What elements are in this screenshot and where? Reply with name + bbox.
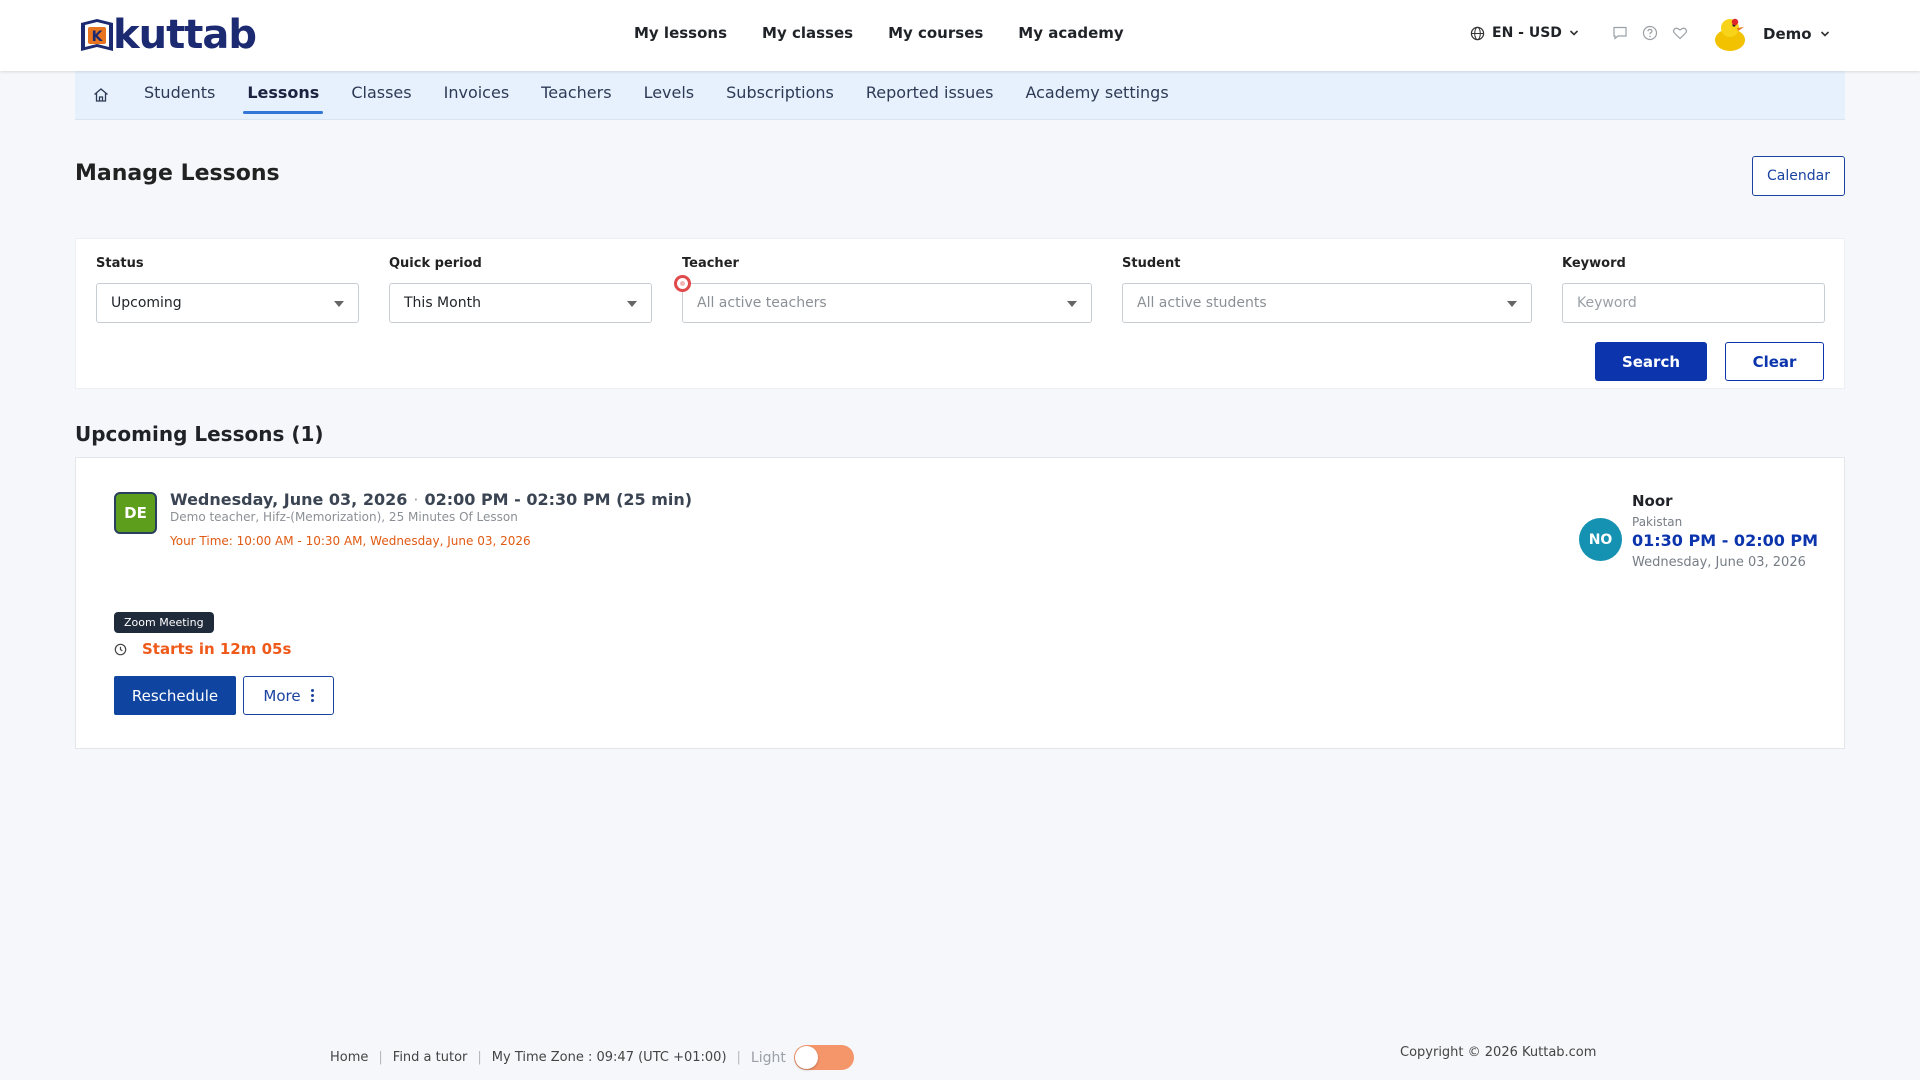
upcoming-lessons-heading: Upcoming Lessons (1) bbox=[75, 422, 324, 446]
student-date: Wednesday, June 03, 2026 bbox=[1632, 555, 1806, 570]
globe-icon bbox=[1470, 26, 1485, 40]
chevron-down-icon bbox=[1820, 31, 1829, 37]
student-name: Noor bbox=[1632, 492, 1673, 510]
caret-down-icon bbox=[1067, 301, 1077, 307]
caret-down-icon bbox=[334, 301, 344, 307]
language-currency-selector[interactable]: EN - USD bbox=[1470, 25, 1579, 41]
quick-period-select[interactable]: This Month bbox=[389, 283, 652, 323]
status-label: Status bbox=[96, 256, 144, 271]
tab-reported-issues[interactable]: Reported issues bbox=[866, 83, 994, 111]
copyright-text: Copyright © 2026 Kuttab.com bbox=[1400, 1045, 1597, 1060]
user-menu[interactable]: Demo bbox=[1713, 16, 1830, 52]
tab-classes[interactable]: Classes bbox=[351, 83, 411, 111]
theme-toggle[interactable] bbox=[793, 1045, 854, 1070]
theme-label: Light bbox=[750, 1049, 786, 1066]
tab-academy-settings[interactable]: Academy settings bbox=[1025, 83, 1168, 111]
quick-period-label: Quick period bbox=[389, 256, 482, 271]
tab-invoices[interactable]: Invoices bbox=[444, 83, 510, 111]
nav-my-courses[interactable]: My courses bbox=[888, 24, 983, 42]
tab-lessons[interactable]: Lessons bbox=[243, 83, 324, 114]
calendar-button[interactable]: Calendar bbox=[1752, 156, 1845, 196]
language-currency-label: EN - USD bbox=[1492, 25, 1562, 41]
quick-period-value: This Month bbox=[404, 295, 481, 311]
clock-icon bbox=[114, 643, 127, 655]
home-icon[interactable] bbox=[92, 86, 110, 104]
student-avatar: NO bbox=[1579, 518, 1622, 561]
student-select[interactable]: All active students bbox=[1122, 283, 1532, 323]
footer: Home | Find a tutor | My Time Zone : 09:… bbox=[330, 1045, 854, 1070]
lesson-description: Demo teacher, Hifz-(Memorization), 25 Mi… bbox=[170, 510, 518, 524]
zoom-meeting-badge: Zoom Meeting bbox=[114, 612, 214, 633]
lesson-date: Wednesday, June 03, 2026 bbox=[170, 490, 408, 509]
chevron-down-icon bbox=[1569, 30, 1578, 36]
brand-name: kuttab bbox=[113, 12, 257, 58]
nav-my-lessons[interactable]: My lessons bbox=[634, 24, 727, 42]
main-nav: My lessons My classes My courses My acad… bbox=[634, 24, 1124, 42]
status-value: Upcoming bbox=[111, 295, 182, 311]
user-name: Demo bbox=[1763, 25, 1812, 43]
footer-home-link[interactable]: Home bbox=[330, 1050, 368, 1065]
nav-my-classes[interactable]: My classes bbox=[762, 24, 853, 42]
logo-letter: K bbox=[92, 29, 104, 45]
header-icons bbox=[1612, 25, 1690, 43]
teacher-avatar: DE bbox=[114, 492, 157, 534]
filter-panel: Status Upcoming Quick period This Month … bbox=[75, 238, 1845, 389]
tab-teachers[interactable]: Teachers bbox=[541, 83, 611, 111]
cursor-indicator bbox=[674, 275, 691, 292]
tab-subscriptions[interactable]: Subscriptions bbox=[726, 83, 834, 111]
student-country: Pakistan bbox=[1632, 515, 1683, 529]
kuttab-logo[interactable]: K kuttab bbox=[77, 12, 257, 58]
lesson-countdown: Starts in 12m 05s bbox=[114, 640, 291, 658]
lesson-datetime: Wednesday, June 03, 2026 · 02:00 PM - 02:3… bbox=[170, 490, 693, 509]
footer-timezone: My Time Zone : 09:47 (UTC +01:00) bbox=[491, 1050, 727, 1065]
heart-icon[interactable] bbox=[1672, 25, 1690, 43]
student-label: Student bbox=[1122, 256, 1181, 271]
kebab-menu-icon bbox=[310, 689, 314, 702]
student-time: 01:30 PM - 02:00 PM bbox=[1632, 531, 1819, 550]
tab-students[interactable]: Students bbox=[144, 83, 215, 111]
teacher-placeholder: All active teachers bbox=[697, 295, 827, 311]
lesson-card: DE Wednesday, June 03, 2026 · 02:00 PM - 0… bbox=[75, 457, 1845, 749]
footer-divider: | bbox=[378, 1050, 383, 1065]
teacher-select[interactable]: All active teachers bbox=[682, 283, 1092, 323]
tab-levels[interactable]: Levels bbox=[644, 83, 695, 111]
your-local-time: Your Time: 10:00 AM - 10:30 AM, Wednesda… bbox=[170, 534, 531, 548]
lesson-time: 02:00 PM - 02:30 PM (25 min) bbox=[424, 490, 693, 509]
countdown-text: Starts in 12m 05s bbox=[142, 640, 292, 658]
footer-find-tutor-link[interactable]: Find a tutor bbox=[393, 1050, 468, 1065]
search-button[interactable]: Search bbox=[1595, 342, 1707, 381]
footer-divider: | bbox=[736, 1050, 741, 1065]
more-button[interactable]: More bbox=[243, 676, 334, 715]
logo-book-icon: K bbox=[81, 19, 113, 51]
duck-avatar bbox=[1715, 18, 1745, 51]
keyword-label: Keyword bbox=[1562, 256, 1626, 271]
student-placeholder: All active students bbox=[1137, 295, 1267, 311]
top-header: K kuttab My lessons My classes My course… bbox=[0, 0, 1920, 71]
help-icon[interactable] bbox=[1642, 25, 1660, 43]
caret-down-icon bbox=[1507, 301, 1517, 307]
status-select[interactable]: Upcoming bbox=[96, 283, 359, 323]
clear-button[interactable]: Clear bbox=[1725, 342, 1824, 381]
reschedule-button[interactable]: Reschedule bbox=[114, 676, 236, 715]
more-label: More bbox=[263, 686, 301, 705]
footer-divider: | bbox=[477, 1050, 482, 1065]
nav-my-academy[interactable]: My academy bbox=[1018, 24, 1123, 42]
toggle-knob bbox=[794, 1046, 818, 1069]
keyword-input[interactable] bbox=[1562, 283, 1825, 323]
academy-subnav: Students Lessons Classes Invoices Teache… bbox=[75, 71, 1845, 120]
teacher-label: Teacher bbox=[682, 256, 739, 271]
page-title: Manage Lessons bbox=[75, 161, 280, 186]
caret-down-icon bbox=[627, 301, 637, 307]
chat-icon[interactable] bbox=[1612, 25, 1630, 43]
